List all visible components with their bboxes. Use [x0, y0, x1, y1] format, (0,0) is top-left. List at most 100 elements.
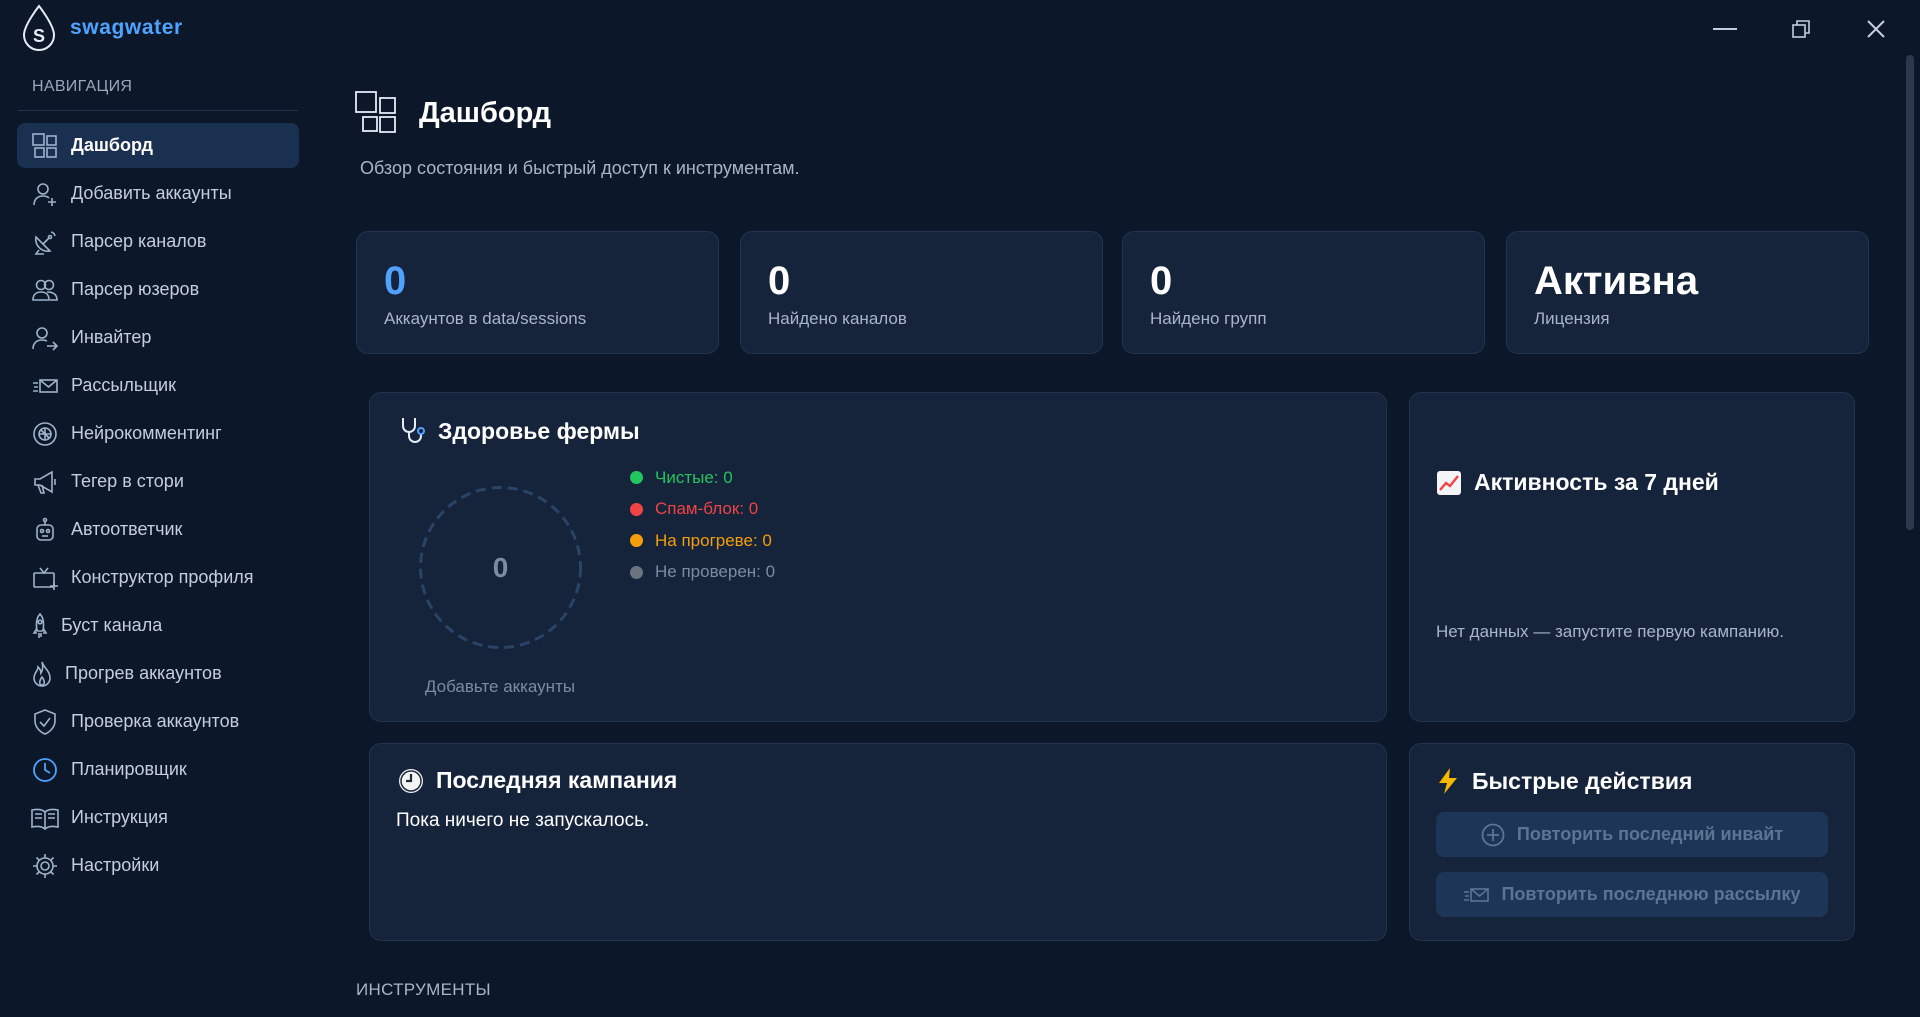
stat-label: Найдено групп [1150, 309, 1267, 328]
shield-check-icon [31, 708, 59, 736]
stethoscope-icon [398, 416, 426, 446]
sidebar-item-label: Буст канала [61, 615, 163, 635]
megaphone-icon [31, 468, 59, 496]
activity-title: Активность за 7 дней [1436, 469, 1719, 496]
sidebar-item-profile-builder[interactable]: Конструктор профиля [17, 555, 299, 600]
restore-icon [1792, 20, 1810, 38]
page-subtitle: Обзор состояния и быстрый доступ к инстр… [360, 158, 800, 178]
main-scrollbar[interactable] [1906, 55, 1914, 530]
close-icon [1866, 19, 1886, 39]
sidebar-item-label: Инструкция [71, 807, 168, 827]
stat-card-channels: 0 Найдено каналов [740, 231, 1103, 354]
sidebar-item-account-warmup[interactable]: Прогрев аккаунтов [17, 651, 299, 696]
quick-actions-title: Быстрые действия [1436, 767, 1692, 795]
legend-dot [630, 534, 643, 548]
sidebar-item-label: Парсер юзеров [71, 279, 200, 299]
nav-list: Дашборд Добавить аккаунты Парсер каналов… [17, 123, 299, 891]
activity-panel [1409, 392, 1855, 722]
sidebar-item-settings[interactable]: Настройки [17, 843, 299, 888]
svg-text:S: S [33, 26, 45, 46]
sidebar-item-channel-boost[interactable]: Буст канала [17, 603, 299, 648]
sidebar-item-autoresponder[interactable]: Автоответчик [17, 507, 299, 552]
stat-label: Аккаунтов в data/sessions [384, 309, 587, 328]
envelope-fast-icon [1463, 884, 1490, 906]
sidebar-item-channel-parser[interactable]: Парсер каналов [17, 219, 299, 264]
minimize-button[interactable] [1700, 10, 1750, 48]
sidebar-item-instructions[interactable]: Инструкция [17, 795, 299, 840]
sidebar-item-inviter[interactable]: Инвайтер [17, 315, 299, 360]
sidebar-item-label: Проверка аккаунтов [71, 711, 240, 731]
farm-health-title: Здоровье фермы [398, 416, 640, 446]
legend-item-warming: На прогреве: 0 [630, 525, 775, 557]
panel-title-text: Здоровье фермы [438, 417, 640, 444]
flame-icon [31, 660, 53, 688]
legend-label: На прогреве: 0 [655, 530, 772, 550]
app-brand: S swagwater [20, 3, 183, 53]
users-icon [31, 276, 59, 304]
robot-icon [31, 516, 59, 544]
repeat-mailing-button[interactable]: Повторить последнюю рассылку [1436, 872, 1828, 917]
panel-title-text: Быстрые действия [1472, 767, 1693, 794]
sidebar-item-label: Тегер в стори [71, 471, 184, 491]
health-total: 0 [492, 551, 509, 583]
sidebar-item-label: Инвайтер [71, 327, 152, 347]
app-name: swagwater [70, 16, 183, 39]
lightning-icon [1436, 767, 1460, 795]
clock-icon [31, 756, 59, 784]
book-icon [31, 804, 59, 832]
nav-divider [18, 110, 298, 111]
legend-item-spamblock: Спам-блок: 0 [630, 494, 775, 526]
sidebar-item-mailer[interactable]: Рассыльщик [17, 363, 299, 408]
sidebar-item-label: Добавить аккаунты [71, 183, 232, 203]
stat-card-accounts: 0 Аккаунтов в data/sessions [356, 231, 719, 354]
repeat-invite-button[interactable]: Повторить последний инвайт [1436, 812, 1828, 857]
sidebar-item-label: Нейрокомментинг [71, 423, 222, 443]
health-caption: Добавьте аккаунты [424, 677, 576, 696]
last-campaign-empty-text: Пока ничего не запускалось. [396, 810, 650, 831]
sidebar-item-dashboard[interactable]: Дашборд [17, 123, 299, 168]
sidebar-item-user-parser[interactable]: Парсер юзеров [17, 267, 299, 312]
user-arrow-icon [31, 324, 59, 352]
minimize-icon [1713, 27, 1737, 31]
stat-card-groups: 0 Найдено групп [1122, 231, 1485, 354]
activity-empty-text: Нет данных — запустите первую кампанию. [1436, 622, 1785, 641]
page-title: Дашборд [419, 96, 551, 129]
envelope-fast-icon [31, 372, 59, 400]
stat-value: 0 [1150, 259, 1173, 303]
gear-icon [31, 852, 59, 880]
sidebar-item-label: Конструктор профиля [71, 567, 254, 587]
panel-title-text: Активность за 7 дней [1474, 469, 1719, 495]
legend-item-unchecked: Не проверен: 0 [630, 557, 775, 589]
sidebar-item-story-tagger[interactable]: Тегер в стори [17, 459, 299, 504]
clock-icon [398, 768, 424, 794]
sidebar-item-label: Автоответчик [71, 519, 183, 539]
sidebar-item-add-accounts[interactable]: Добавить аккаунты [17, 171, 299, 216]
nav-heading: НАВИГАЦИЯ [32, 78, 133, 95]
plus-circle-icon [1481, 823, 1505, 847]
restore-button[interactable] [1776, 10, 1826, 48]
rocket-icon [31, 612, 49, 640]
dashboard-icon [355, 91, 399, 135]
health-legend: Чистые: 0 Спам-блок: 0 На прогреве: 0 Не… [630, 462, 775, 588]
brain-chip-icon [31, 420, 59, 448]
panel-title-text: Последняя кампания [436, 767, 678, 793]
sidebar-item-scheduler[interactable]: Планировщик [17, 747, 299, 792]
close-button[interactable] [1851, 10, 1901, 48]
sidebar-item-neurocommenting[interactable]: Нейрокомментинг [17, 411, 299, 456]
sidebar-item-label: Прогрев аккаунтов [65, 663, 222, 683]
sidebar-item-label: Рассыльщик [71, 375, 176, 395]
tools-section-heading: ИНСТРУМЕНТЫ [356, 980, 491, 999]
sidebar-item-account-check[interactable]: Проверка аккаунтов [17, 699, 299, 744]
button-label: Повторить последнюю рассылку [1501, 884, 1801, 904]
legend-dot [630, 471, 643, 485]
stat-label: Найдено каналов [768, 309, 907, 328]
dashboard-icon [31, 132, 59, 160]
chart-increasing-icon [1436, 470, 1462, 496]
sidebar-item-label: Планировщик [71, 759, 187, 779]
sidebar: S swagwater НАВИГАЦИЯ Дашборд Добавить а… [0, 0, 310, 1017]
stat-value: 0 [384, 259, 407, 303]
last-campaign-title: Последняя кампания [398, 767, 677, 794]
sidebar-item-label: Настройки [71, 855, 160, 875]
sidebar-item-label: Дашборд [71, 135, 153, 155]
legend-label: Не проверен: 0 [655, 562, 776, 582]
